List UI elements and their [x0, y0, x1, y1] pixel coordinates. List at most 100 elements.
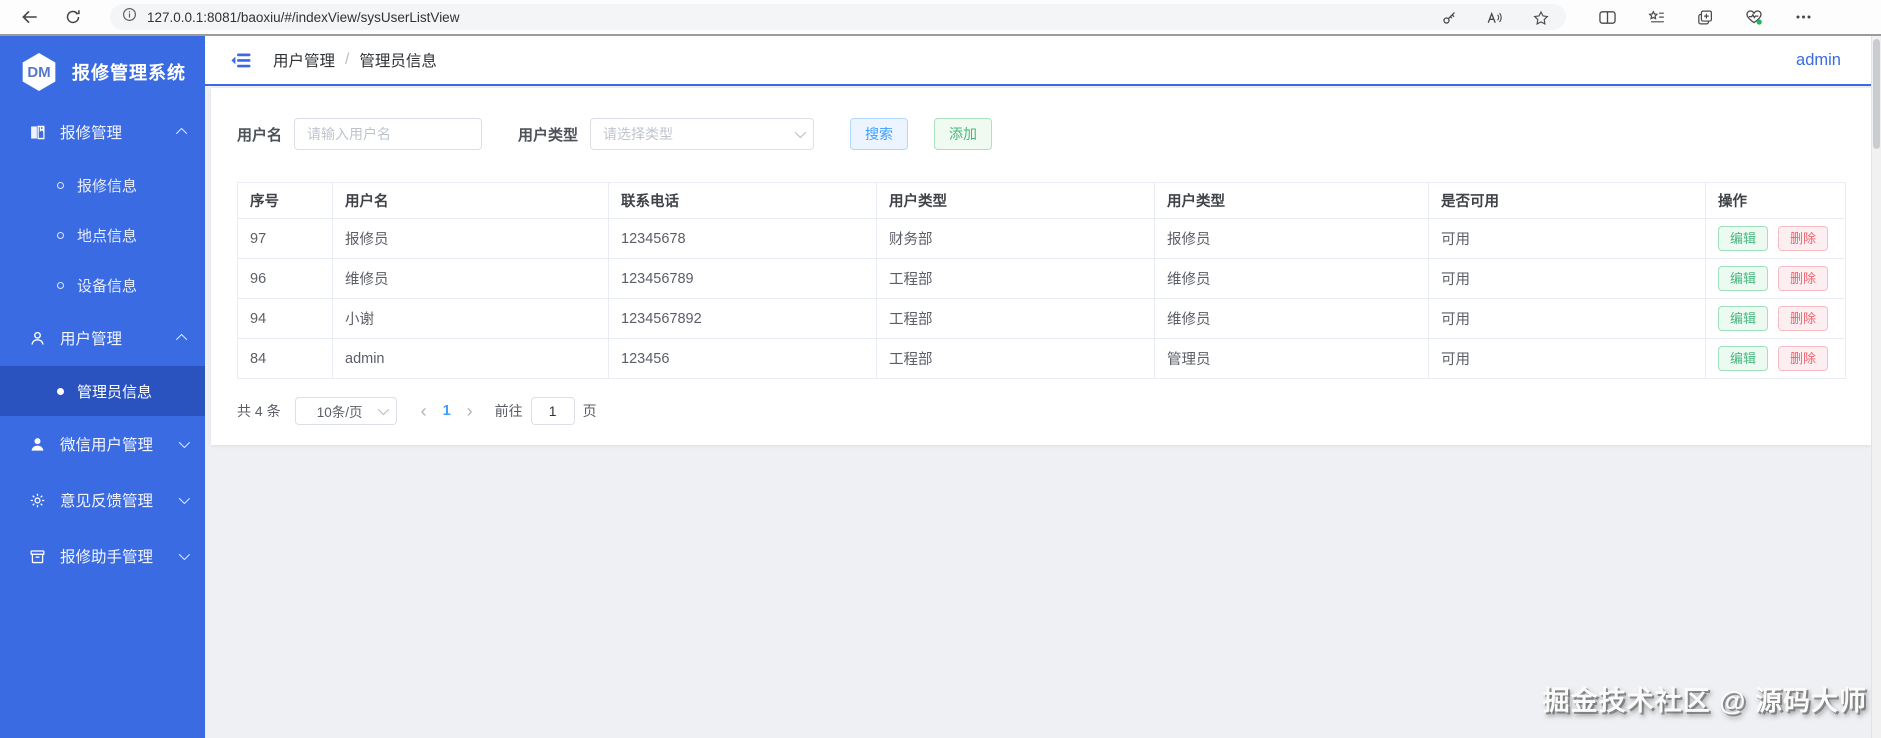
edit-button[interactable]: 编辑	[1718, 226, 1769, 251]
prev-page-button[interactable]: ‹	[413, 401, 435, 422]
sidebar-item-location-info[interactable]: 地点信息	[0, 210, 205, 260]
breadcrumb-user-management[interactable]: 用户管理	[273, 49, 335, 71]
table-cell: 可用	[1428, 258, 1706, 299]
edit-button[interactable]: 编辑	[1718, 266, 1769, 291]
favorite-star-icon[interactable]	[1526, 3, 1556, 31]
table-cell: 94	[237, 298, 333, 339]
chevron-down-icon	[178, 548, 191, 561]
table-cell: 工程部	[876, 298, 1155, 339]
split-screen-icon[interactable]	[1592, 3, 1622, 31]
url-text[interactable]: 127.0.0.1:8081/baoxiu/#/indexView/sysUse…	[147, 10, 1434, 25]
delete-button[interactable]: 删除	[1778, 266, 1829, 291]
chevron-down-icon	[377, 403, 389, 416]
sidebar-item-user-management[interactable]: 用户管理	[0, 310, 205, 366]
sidebar-item-device-info[interactable]: 设备信息	[0, 260, 205, 310]
table-cell: 维修员	[1154, 258, 1429, 299]
logo-text: DM	[27, 63, 51, 81]
box-icon	[27, 548, 47, 565]
watermark-text: 掘金技术社区 @ 源码大师	[1542, 686, 1867, 716]
search-button[interactable]: 搜索	[850, 118, 909, 150]
column-header: 用户名	[332, 182, 609, 219]
sidebar-item-repair-info[interactable]: 报修信息	[0, 160, 205, 210]
goto-page-input[interactable]	[530, 397, 575, 425]
chevron-up-icon	[175, 333, 188, 346]
table-cell: admin	[332, 338, 609, 379]
page-scrollbar[interactable]	[1871, 36, 1881, 738]
breadcrumb: 用户管理 / 管理员信息	[273, 49, 437, 71]
edit-button[interactable]: 编辑	[1718, 306, 1769, 331]
table-body: 97 报修员 12345678 财务部 报修员 可用 编辑 删除 96 维修员 123456789 工…	[237, 218, 1846, 379]
add-button[interactable]: 添加	[934, 118, 993, 150]
delete-button[interactable]: 删除	[1778, 306, 1829, 331]
sidebar-item-label: 用户管理	[60, 331, 123, 348]
username-input[interactable]	[294, 118, 483, 150]
table-cell: 维修员	[332, 258, 609, 299]
edit-button[interactable]: 编辑	[1718, 346, 1769, 371]
table-cell: 报修员	[332, 218, 609, 259]
collections-icon[interactable]	[1690, 3, 1720, 31]
gear-icon	[27, 492, 47, 509]
back-icon[interactable]	[14, 3, 44, 31]
more-menu-icon[interactable]	[1788, 3, 1818, 31]
site-info-icon[interactable]	[122, 7, 137, 27]
sidebar-item-label: 报修信息	[77, 177, 138, 195]
table-cell: 可用	[1428, 218, 1706, 259]
user-type-select[interactable]: 请选择类型	[590, 118, 815, 150]
sidebar-fold-icon[interactable]	[231, 53, 251, 68]
table-cell: 管理员	[1154, 338, 1429, 379]
sidebar-item-repair-management[interactable]: 报修管理	[0, 104, 205, 160]
page-unit-label: 页	[582, 403, 597, 419]
logo-badge: DM	[22, 53, 56, 91]
sidebar-item-label: 报修管理	[60, 125, 123, 142]
user-table: 序号 用户名 联系电话 用户类型 用户类型 是否可用 操作 97 报修员 12345678 财务部…	[237, 182, 1846, 379]
table-row: 94 小谢 1234567892 工程部 维修员 可用 编辑 删除	[237, 298, 1846, 339]
chevron-down-icon	[794, 126, 807, 139]
delete-button[interactable]: 删除	[1778, 346, 1829, 371]
column-header: 序号	[237, 182, 333, 219]
browser-toolbar: 127.0.0.1:8081/baoxiu/#/indexView/sysUse…	[0, 0, 1881, 36]
app-logo: DM 报修管理系统	[0, 36, 205, 100]
table-cell: 财务部	[876, 218, 1155, 259]
table-cell: 可用	[1428, 298, 1706, 339]
breadcrumb-separator: /	[345, 51, 350, 68]
column-header: 联系电话	[608, 182, 877, 219]
refresh-icon[interactable]	[58, 3, 88, 31]
table-cell: 工程部	[876, 338, 1155, 379]
table-cell: 小谢	[332, 298, 609, 339]
sidebar: DM 报修管理系统 报修管理报修信息地点信息设备信息用户管理管理员信息微信用户管…	[0, 36, 205, 738]
sidebar-item-label: 微信用户管理	[60, 437, 154, 454]
user-type-select-value: 请选择类型	[603, 126, 674, 142]
table-cell: 123456789	[608, 258, 877, 299]
sidebar-item-label: 设备信息	[77, 277, 138, 295]
bullet-icon	[57, 281, 64, 289]
sidebar-item-label: 意见反馈管理	[60, 493, 154, 510]
table-cell: 84	[237, 338, 333, 379]
column-header: 是否可用	[1428, 182, 1706, 219]
current-user-link[interactable]: admin	[1796, 51, 1841, 70]
page-size-select[interactable]: 10条/页	[294, 397, 397, 425]
sidebar-item-admin-info[interactable]: 管理员信息	[0, 366, 205, 416]
table-row: 97 报修员 12345678 财务部 报修员 可用 编辑 删除	[237, 218, 1846, 259]
table-cell: 96	[237, 258, 333, 299]
delete-button[interactable]: 删除	[1778, 226, 1829, 251]
scrollbar-thumb[interactable]	[1873, 39, 1880, 149]
user-type-label: 用户类型	[518, 126, 579, 144]
goto-label: 前往	[494, 403, 523, 419]
read-aloud-icon[interactable]	[1480, 3, 1510, 31]
password-key-icon[interactable]	[1434, 3, 1464, 31]
browser-essentials-icon[interactable]	[1739, 3, 1769, 31]
user-outline-icon	[27, 330, 47, 347]
pagination: 共 4 条 10条/页 ‹ 1 › 前往 页	[237, 397, 1845, 425]
column-header: 用户类型	[1154, 182, 1429, 219]
sidebar-item-wechat-user-management[interactable]: 微信用户管理	[0, 416, 205, 472]
sidebar-item-label: 管理员信息	[77, 383, 153, 401]
address-bar[interactable]: 127.0.0.1:8081/baoxiu/#/indexView/sysUse…	[110, 4, 1566, 30]
bullet-icon	[57, 387, 64, 395]
user-filled-icon	[27, 436, 47, 453]
bullet-icon	[57, 231, 64, 239]
next-page-button[interactable]: ›	[459, 401, 481, 422]
favorites-hub-icon[interactable]	[1641, 3, 1671, 31]
sidebar-item-feedback-management[interactable]: 意见反馈管理	[0, 472, 205, 528]
sidebar-item-repair-assistant-management[interactable]: 报修助手管理	[0, 528, 205, 584]
current-page[interactable]: 1	[435, 403, 459, 419]
